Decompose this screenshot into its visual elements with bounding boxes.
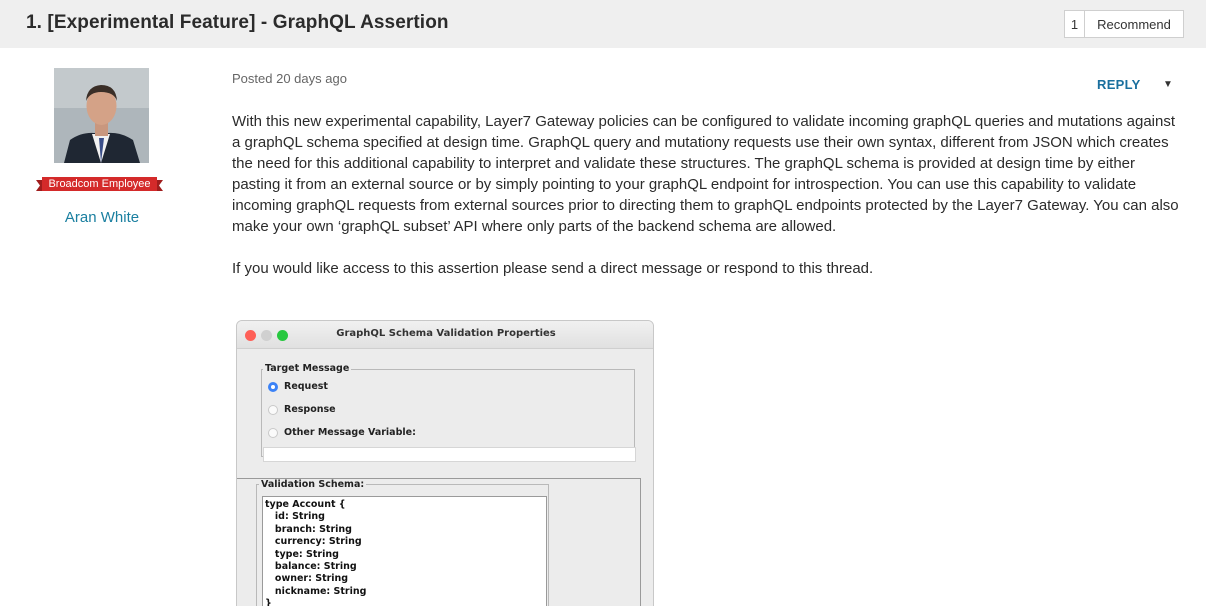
radio-other-variable bbox=[268, 428, 278, 438]
avatar-image bbox=[54, 68, 149, 163]
divider bbox=[640, 478, 641, 606]
radio-label: Response bbox=[284, 404, 336, 415]
radio-label: Other Message Variable: bbox=[284, 427, 416, 438]
thread-title: 1. [Experimental Feature] - GraphQL Asse… bbox=[26, 12, 449, 33]
posted-time: Posted 20 days ago bbox=[232, 71, 347, 86]
recommend-label: Recommend bbox=[1097, 16, 1171, 32]
radio-response bbox=[268, 405, 278, 415]
schema-text-area: type Account { id: String branch: String… bbox=[262, 496, 547, 606]
dialog-title: GraphQL Schema Validation Properties bbox=[336, 328, 556, 339]
thread-header: 1. [Experimental Feature] - GraphQL Asse… bbox=[0, 0, 1206, 48]
radio-request bbox=[268, 382, 278, 392]
post-paragraph: With this new experimental capability, L… bbox=[232, 113, 1179, 235]
post-body: With this new experimental capability, L… bbox=[232, 111, 1182, 279]
employee-badge: Broadcom Employee bbox=[48, 178, 151, 190]
dialog-screenshot: GraphQL Schema Validation Properties Tar… bbox=[236, 320, 654, 606]
chevron-down-icon[interactable]: ▼ bbox=[1163, 79, 1173, 90]
variable-field bbox=[263, 447, 636, 462]
recommend-count: 1 bbox=[1065, 11, 1085, 37]
avatar[interactable] bbox=[54, 68, 149, 163]
dialog-titlebar: GraphQL Schema Validation Properties bbox=[237, 321, 653, 349]
reply-button[interactable]: REPLY bbox=[1097, 77, 1141, 92]
radio-label: Request bbox=[284, 381, 328, 392]
author-name-link[interactable]: Aran White bbox=[40, 209, 164, 226]
post-paragraph: If you would like access to this asserti… bbox=[232, 260, 874, 277]
recommend-button[interactable]: 1 Recommend bbox=[1064, 10, 1184, 38]
target-message-legend: Target Message bbox=[263, 363, 352, 374]
validation-schema-legend: Validation Schema: bbox=[259, 479, 367, 490]
